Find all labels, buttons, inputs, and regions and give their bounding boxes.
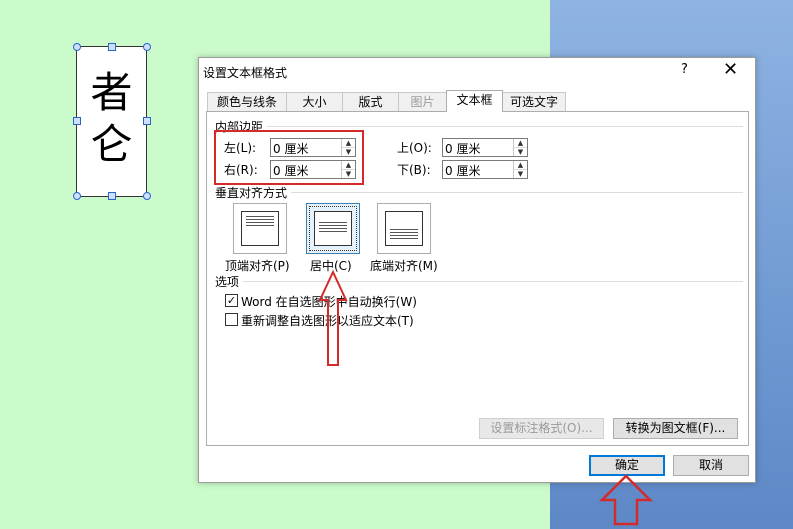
tab-size[interactable]: 大小 (286, 92, 343, 112)
resize-handle-left[interactable] (73, 117, 81, 125)
callout-format-button: 设置标注格式(O)... (479, 418, 604, 439)
tab-alt-text[interactable]: 可选文字 (502, 92, 566, 112)
resize-handle-top[interactable] (108, 43, 116, 51)
textbox-text: 者 仑 (77, 67, 146, 171)
align-top-icon (241, 211, 279, 246)
align-bottom-button[interactable] (377, 203, 431, 254)
top-margin-value: 0 厘米 (445, 142, 481, 156)
spin-up-icon[interactable]: ▲ (514, 161, 527, 170)
textbox-char-1: 者 (90, 68, 133, 117)
resize-handle-top-right[interactable] (143, 43, 151, 51)
up-arrow-icon (318, 270, 348, 366)
highlight-box-margins (214, 130, 364, 185)
align-center-button[interactable] (306, 203, 360, 254)
top-margin-spinner[interactable]: 0 厘米 ▲ ▼ (442, 138, 528, 157)
separator-inner-margin (265, 126, 743, 127)
spin-up-icon[interactable]: ▲ (514, 139, 527, 148)
help-button[interactable]: ? (681, 62, 688, 77)
options-title: 选项 (215, 273, 244, 290)
bottom-margin-spinner[interactable]: 0 厘米 ▲ ▼ (442, 160, 528, 179)
bottom-margin-label: 下(B): (397, 163, 431, 177)
tab-picture: 图片 (398, 92, 447, 112)
align-bottom-label: 底端对齐(M) (370, 259, 438, 273)
vertical-textbox[interactable]: 者 仑 (76, 46, 147, 197)
separator-options (241, 281, 743, 282)
resize-handle-bottom-left[interactable] (73, 192, 81, 200)
wrap-text-checkbox[interactable]: ✓ (225, 294, 238, 307)
align-top-label: 顶端对齐(P) (225, 259, 290, 273)
resize-handle-top-left[interactable] (73, 43, 81, 51)
close-button[interactable]: ✕ (723, 59, 738, 80)
vertical-align-title: 垂直对齐方式 (215, 184, 292, 201)
align-center-icon (314, 211, 352, 246)
bottom-margin-arrows: ▲ ▼ (513, 161, 527, 178)
separator-vertical-align (289, 192, 743, 193)
format-textbox-dialog: 设置文本框格式 ? ✕ 颜色与线条 大小 版式 图片 文本框 可选文字 内部边距… (198, 57, 756, 483)
tab-layout[interactable]: 版式 (342, 92, 399, 112)
spin-down-icon[interactable]: ▼ (514, 148, 527, 156)
spin-down-icon[interactable]: ▼ (514, 170, 527, 178)
up-arrow-icon (599, 474, 653, 526)
top-margin-label: 上(O): (397, 141, 432, 155)
dialog-titlebar[interactable]: 设置文本框格式 ? ✕ (199, 58, 755, 84)
resize-handle-bottom-right[interactable] (143, 192, 151, 200)
resize-handle-right[interactable] (143, 117, 151, 125)
align-bottom-icon (385, 211, 423, 246)
resize-handle-bottom[interactable] (108, 192, 116, 200)
tab-colors-lines[interactable]: 颜色与线条 (207, 92, 287, 112)
resize-shape-checkbox[interactable] (225, 313, 238, 326)
cancel-button[interactable]: 取消 (673, 455, 749, 476)
top-margin-arrows: ▲ ▼ (513, 139, 527, 156)
textbox-char-2: 仑 (90, 120, 133, 169)
tab-textbox[interactable]: 文本框 (446, 90, 503, 112)
convert-to-frame-button[interactable]: 转换为图文框(F)... (613, 418, 738, 439)
dialog-title: 设置文本框格式 (203, 66, 288, 80)
bottom-margin-value: 0 厘米 (445, 164, 481, 178)
align-top-button[interactable] (233, 203, 287, 254)
